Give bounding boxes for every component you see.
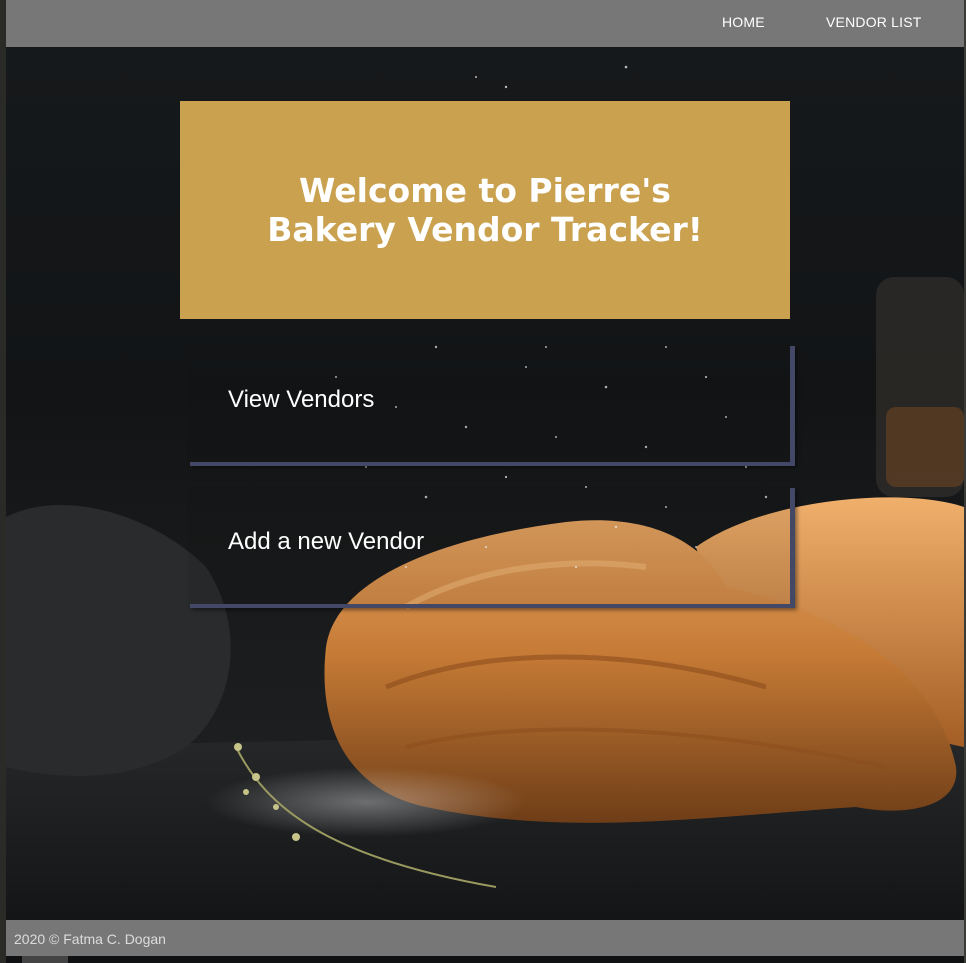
page: HOME VENDOR LIST Welcome to Pierre's Bak… (0, 0, 966, 963)
nav-vendor-list-link[interactable]: VENDOR LIST (826, 14, 922, 30)
welcome-banner: Welcome to Pierre's Bakery Vendor Tracke… (180, 101, 790, 319)
nav-home-link[interactable]: HOME (722, 14, 765, 30)
footer-copyright: 2020 © Fatma C. Dogan (14, 931, 166, 947)
page-title: Welcome to Pierre's Bakery Vendor Tracke… (267, 171, 703, 249)
view-vendors-card[interactable]: View Vendors (190, 346, 795, 466)
view-vendors-link[interactable]: View Vendors (228, 386, 374, 414)
add-vendor-link[interactable]: Add a new Vendor (228, 528, 424, 556)
footer: 2020 © Fatma C. Dogan (6, 920, 964, 956)
navbar: HOME VENDOR LIST (6, 0, 964, 47)
add-vendor-card[interactable]: Add a new Vendor (190, 488, 795, 608)
footer-tab-decoration (22, 956, 68, 963)
